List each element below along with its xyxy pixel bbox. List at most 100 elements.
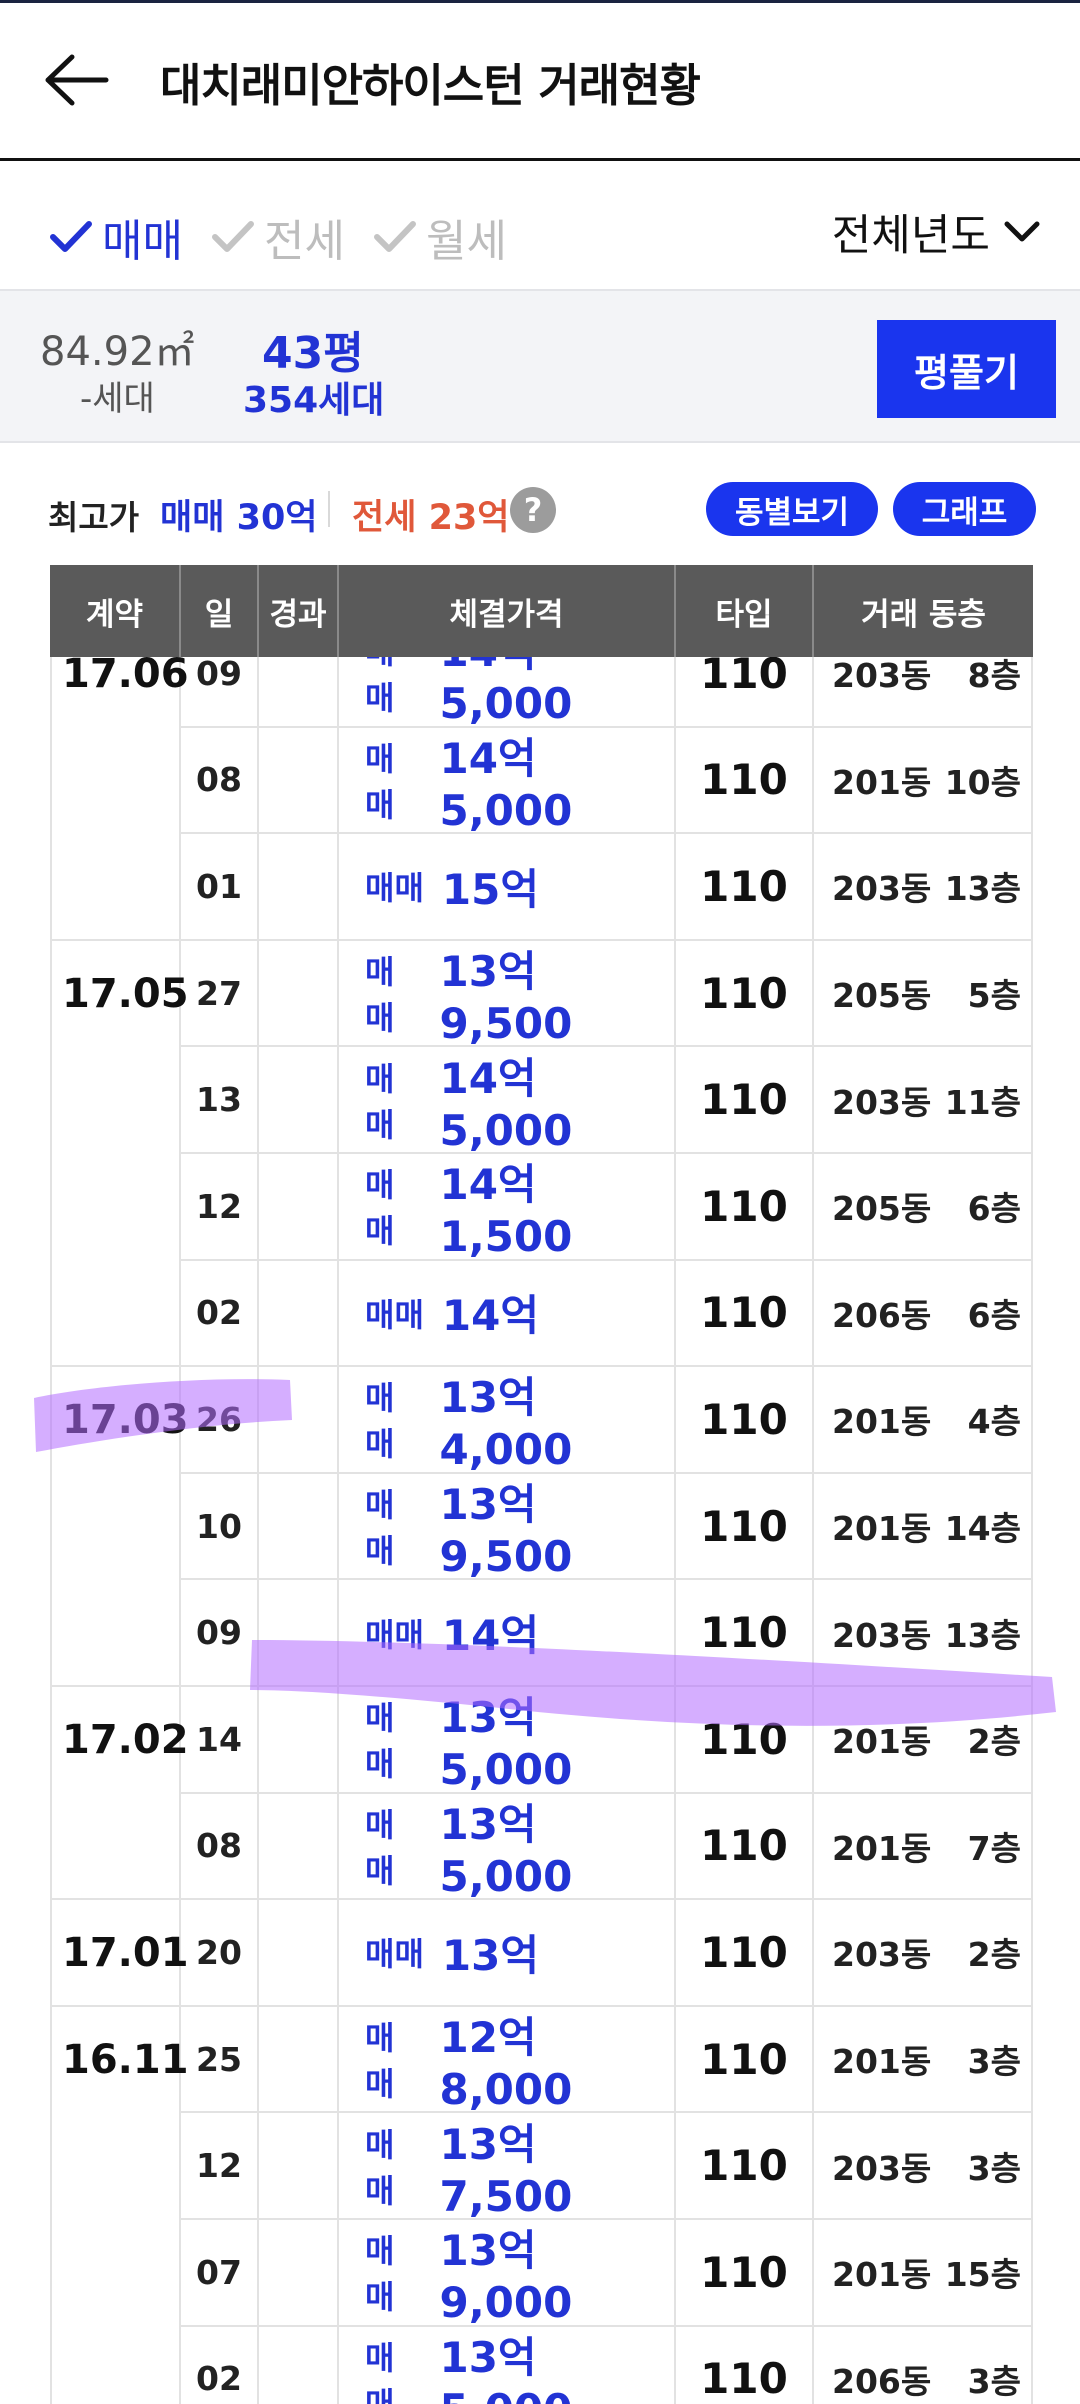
deal-price: 13억 4,000 [439, 1373, 573, 1475]
table-row[interactable]: 02 매매 13억 5,000 110 206동 3층 [50, 2326, 1033, 2404]
dong: 201동 [832, 1509, 932, 1549]
dong-floor-cell: 201동 4층 [814, 1367, 1033, 1474]
elapsed-cell [259, 727, 339, 835]
deal-kind: 매매 [365, 1379, 395, 1464]
help-icon[interactable]: ? [510, 487, 556, 533]
deal-price: 13억 9,500 [439, 947, 573, 1049]
deal-kind: 매매 [365, 1805, 395, 1890]
price-cell: 매매 13억 4,000 [339, 1367, 676, 1474]
elapsed-cell [259, 1580, 339, 1687]
table-row[interactable]: 08 매매 13억 5,000 110 201동 7층 [50, 1793, 1033, 1901]
dong: 203동 [832, 1615, 932, 1655]
table-row[interactable]: 10 매매 13억 9,500 110 201동 14층 [50, 1473, 1033, 1581]
check-icon [50, 221, 92, 252]
table-row[interactable]: 08 매매 14억 5,000 110 201동 10층 [50, 727, 1033, 835]
dong: 201동 [832, 2042, 932, 2082]
header-price: 체결가격 [339, 565, 676, 657]
table-row[interactable]: 12 매매 14억 1,500 110 205동 6층 [50, 1153, 1033, 1261]
unit-type: 110 [676, 657, 814, 728]
floor: 3층 [967, 2042, 1021, 2082]
back-arrow-icon[interactable] [44, 51, 110, 109]
filter-monthly-label: 월세 [426, 216, 507, 267]
deal-price: 12억 8,000 [439, 2013, 573, 2115]
elapsed-cell [259, 2219, 339, 2327]
floor: 5층 [967, 976, 1021, 1016]
graph-button[interactable]: 그래프 [893, 482, 1036, 536]
households-count: 354세대 [243, 380, 385, 421]
table-row[interactable]: 17.0609 매매 14억 5,000 110 203동 8층 [50, 657, 1033, 728]
dong: 201동 [832, 1722, 932, 1762]
dong: 203동 [832, 657, 932, 696]
table-row[interactable]: 12 매매 13억 7,500 110 203동 3층 [50, 2113, 1033, 2221]
contract-day: 02 [181, 2326, 259, 2404]
year-dropdown-label: 전체년도 [831, 211, 990, 261]
table-row[interactable]: 01 매매 15억 110 203동 13층 [50, 834, 1033, 941]
contract-month [50, 1793, 181, 1901]
floor: 10층 [944, 762, 1021, 802]
unit-type: 110 [676, 1686, 814, 1794]
dong-floor-cell: 201동 15층 [814, 2219, 1033, 2327]
price-cell: 매매 14억 5,000 [339, 1047, 676, 1155]
contract-day: 13 [181, 1047, 259, 1154]
deal-price: 14억 [441, 1611, 539, 1661]
deal-price: 14억 5,000 [439, 1053, 573, 1155]
floor: 15층 [944, 2255, 1021, 2295]
deal-kind: 매매 [365, 2125, 395, 2210]
table-row[interactable]: 13 매매 14억 5,000 110 203동 11층 [50, 1047, 1033, 1155]
filter-sale-label: 매매 [102, 216, 183, 267]
contract-month [50, 2113, 181, 2220]
contract-month [50, 834, 181, 941]
year-dropdown[interactable]: 전체년도 [832, 201, 1040, 263]
contract-day: 12 [181, 1153, 259, 1261]
contract-day: 27 [181, 940, 259, 1048]
dong-floor-cell: 203동 3층 [814, 2113, 1033, 2220]
table-row[interactable]: 17.01 20 매매 13억 110 203동 2층 [50, 1900, 1033, 2007]
unit-type: 110 [676, 1900, 814, 2007]
deal-kind: 매매 [365, 2019, 395, 2104]
filter-monthly[interactable]: 월세 [374, 205, 507, 269]
dong: 203동 [832, 1082, 932, 1122]
filter-sale[interactable]: 매매 [50, 205, 183, 269]
table-row[interactable]: 17.02 14 매매 13억 5,000 110 201동 2층 [50, 1686, 1033, 1794]
dong: 201동 [832, 762, 932, 802]
price-cell: 매매 13억 9,500 [339, 940, 676, 1049]
unit-type: 110 [676, 2326, 814, 2404]
elapsed-cell [259, 1900, 339, 2007]
header-day: 일 [181, 565, 259, 657]
expand-pyeong-button[interactable]: 평풀기 [877, 320, 1056, 418]
elapsed-cell [259, 2113, 339, 2220]
dong-floor-cell: 205동 6층 [814, 1153, 1033, 1261]
table-row[interactable]: 17.05 27 매매 13억 9,500 110 205동 5층 [50, 940, 1033, 1049]
elapsed-cell [259, 1473, 339, 1581]
filter-jeonse[interactable]: 전세 [212, 205, 345, 269]
dong: 206동 [832, 1295, 932, 1335]
dong: 206동 [832, 2361, 932, 2401]
contract-month: 17.01 [50, 1900, 189, 2007]
header-elapsed: 경과 [259, 565, 339, 657]
unit-type: 110 [676, 1473, 814, 1581]
dong: 203동 [832, 869, 932, 909]
contract-day: 25 [181, 2006, 259, 2114]
unit-type: 110 [676, 2219, 814, 2327]
contract-month [50, 1260, 181, 1368]
by-dong-button[interactable]: 동별보기 [706, 482, 878, 536]
dong-floor-cell: 203동 13층 [814, 834, 1033, 941]
elapsed-cell [259, 2006, 339, 2114]
deal-price: 14억 5,000 [439, 733, 573, 835]
unit-type: 110 [676, 1260, 814, 1368]
check-icon [212, 221, 254, 252]
transaction-table[interactable]: 17.0609매매14억 5,000110203동8층08매매14억 5,000… [50, 657, 1033, 2404]
table-row[interactable]: 16.11 25 매매 12억 8,000 110 201동 3층 [50, 2006, 1033, 2115]
table-row[interactable]: 17.03 26 매매 13억 4,000 110 201동 4층 [50, 1367, 1033, 1474]
chevron-down-icon [1004, 221, 1040, 242]
table-row[interactable]: 02 매매 14억 110 206동 6층 [50, 1260, 1033, 1368]
contract-month [50, 727, 181, 835]
unit-type: 110 [676, 1047, 814, 1154]
elapsed-cell [259, 1686, 339, 1794]
unit-type: 110 [676, 1793, 814, 1901]
contract-day: 02 [181, 1260, 259, 1368]
table-row[interactable]: 09 매매 14억 110 203동 13층 [50, 1580, 1033, 1687]
households-left: -세대 [80, 379, 155, 419]
table-row[interactable]: 07 매매 13억 9,000 110 201동 15층 [50, 2219, 1033, 2327]
dong: 201동 [832, 2255, 932, 2295]
